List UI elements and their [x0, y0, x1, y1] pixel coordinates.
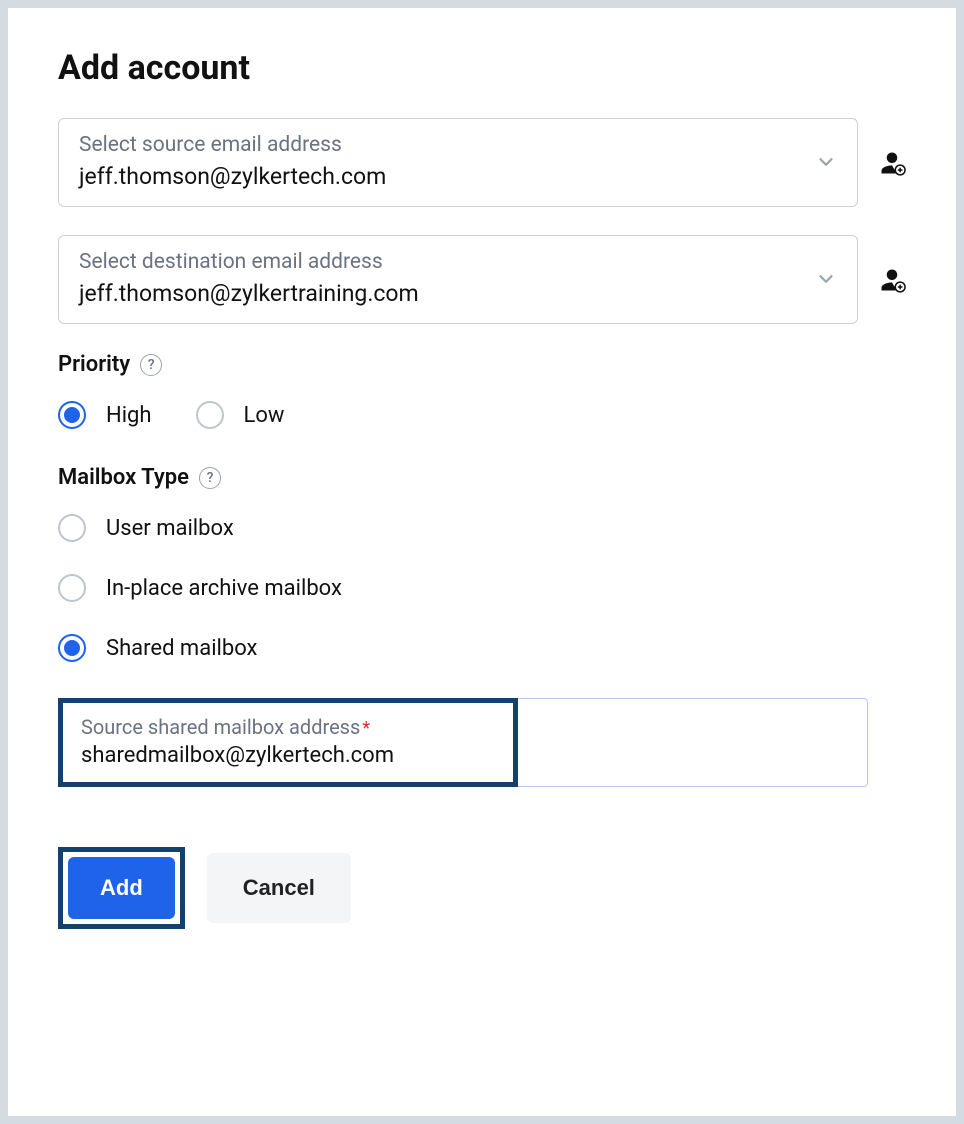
- shared-mailbox-input-extension[interactable]: [518, 698, 868, 787]
- mailbox-type-radio-group: User mailbox In-place archive mailbox Sh…: [58, 514, 906, 662]
- chevron-down-icon: [815, 151, 837, 173]
- radio-circle: [58, 574, 86, 602]
- mailbox-user-radio[interactable]: User mailbox: [58, 514, 906, 542]
- shared-mailbox-input-row: Source shared mailbox address* sharedmai…: [58, 698, 906, 787]
- priority-high-label: High: [106, 403, 152, 428]
- mailbox-shared-label: Shared mailbox: [106, 636, 257, 661]
- source-email-row: Select source email address jeff.thomson…: [58, 118, 906, 207]
- help-icon[interactable]: ?: [199, 467, 221, 489]
- shared-mailbox-label-text: Source shared mailbox address: [81, 715, 360, 739]
- mailbox-type-label-text: Mailbox Type: [58, 465, 189, 490]
- mailbox-user-label: User mailbox: [106, 516, 234, 541]
- required-asterisk: *: [362, 718, 370, 739]
- priority-label: Priority ?: [58, 352, 906, 377]
- priority-high-radio[interactable]: High: [58, 401, 152, 429]
- destination-email-label: Select destination email address: [79, 250, 419, 274]
- priority-low-label: Low: [244, 403, 285, 428]
- radio-circle: [58, 514, 86, 542]
- radio-circle: [58, 634, 86, 662]
- help-icon[interactable]: ?: [140, 354, 162, 376]
- priority-label-text: Priority: [58, 352, 130, 377]
- destination-email-value: jeff.thomson@zylkertraining.com: [79, 280, 419, 307]
- add-button[interactable]: Add: [68, 857, 175, 919]
- add-button-highlight: Add: [58, 847, 185, 929]
- add-user-icon[interactable]: [878, 266, 906, 294]
- priority-radio-group: High Low: [58, 401, 906, 429]
- mailbox-archive-radio[interactable]: In-place archive mailbox: [58, 574, 906, 602]
- cancel-button[interactable]: Cancel: [207, 853, 351, 923]
- shared-mailbox-input[interactable]: Source shared mailbox address* sharedmai…: [63, 703, 513, 782]
- priority-low-radio[interactable]: Low: [196, 401, 285, 429]
- source-email-select[interactable]: Select source email address jeff.thomson…: [58, 118, 858, 207]
- mailbox-shared-radio[interactable]: Shared mailbox: [58, 634, 906, 662]
- source-email-value: jeff.thomson@zylkertech.com: [79, 163, 386, 190]
- add-user-icon[interactable]: [878, 149, 906, 177]
- destination-email-row: Select destination email address jeff.th…: [58, 235, 906, 324]
- button-row: Add Cancel: [58, 847, 906, 929]
- page-title: Add account: [58, 48, 906, 88]
- radio-circle: [58, 401, 86, 429]
- radio-circle: [196, 401, 224, 429]
- chevron-down-icon: [815, 268, 837, 290]
- shared-mailbox-label: Source shared mailbox address*: [81, 715, 495, 739]
- shared-mailbox-value: sharedmailbox@zylkertech.com: [81, 743, 495, 768]
- mailbox-archive-label: In-place archive mailbox: [106, 576, 342, 601]
- add-account-form: Add account Select source email address …: [8, 8, 956, 1116]
- mailbox-type-label: Mailbox Type ?: [58, 465, 906, 490]
- shared-mailbox-highlight: Source shared mailbox address* sharedmai…: [58, 698, 518, 787]
- destination-email-select[interactable]: Select destination email address jeff.th…: [58, 235, 858, 324]
- source-email-label: Select source email address: [79, 133, 386, 157]
